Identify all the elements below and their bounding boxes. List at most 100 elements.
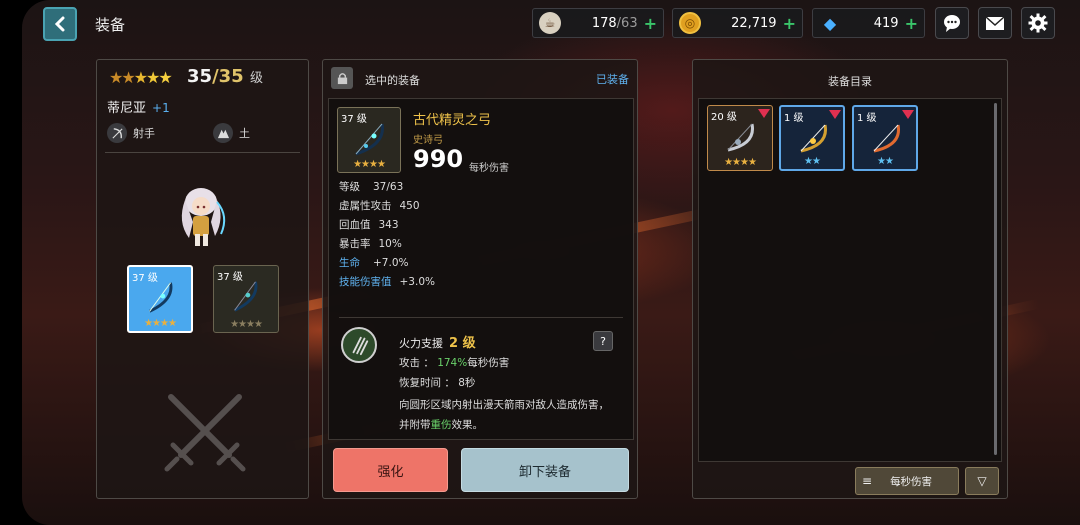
coffee-cup-icon: ☕ [539, 12, 561, 34]
stat-key: 暴击率 [339, 238, 371, 250]
skill-cooldown: 恢复时间 ： 8秒 [399, 375, 475, 390]
hero-element: 土 [213, 123, 250, 143]
divider [339, 317, 623, 318]
stat-value: +3.0% [399, 276, 435, 288]
slot-stars: ★★★★ [144, 318, 177, 329]
secondary-weapon-slot[interactable]: 37 级 ★★★★ [213, 265, 279, 333]
stat-value: +7.0% [373, 257, 409, 269]
stat-row: 虚属性攻击 450 [339, 198, 420, 213]
stamina-max: /63 [616, 15, 638, 31]
gem-value: 419 [873, 15, 899, 31]
item-dps-label: 每秒伤害 [469, 163, 509, 174]
selected-item-card: 37 级 ★★★★ [337, 107, 401, 173]
sort-dropdown[interactable]: ≡ 每秒伤害 [855, 467, 959, 495]
hero-panel: ★ ★ ★ ★ ★ 35/35 级 蒂尼亚 +1 射手 土 37 级 ★★★★ … [96, 59, 309, 499]
item-stars: ★★★★ [353, 159, 386, 170]
skill-attack-suffix: 每秒伤害 [467, 357, 510, 369]
inventory-item[interactable]: 1 级 ★★ [852, 105, 918, 171]
selected-equipment-panel: 选中的装备 已装备 37 级 ★★★★ 古代精灵之弓 史诗弓 990 每秒伤害 … [322, 59, 638, 499]
item-detail: 37 级 ★★★★ 古代精灵之弓 史诗弓 990 每秒伤害 等级 37/63 虚属… [328, 98, 634, 440]
gold-counter[interactable]: ◎ 22,719 + [672, 8, 803, 38]
bow-icon [355, 123, 384, 156]
mail-button[interactable] [978, 7, 1012, 39]
equipped-weapon-slot[interactable]: 37 级 ★★★★ [127, 265, 193, 333]
divider [105, 152, 300, 153]
unequip-button[interactable]: 卸下装备 [461, 448, 629, 492]
add-gold-button[interactable]: + [783, 14, 796, 33]
downgrade-indicator-icon [829, 110, 841, 119]
inventory-scrollbar[interactable] [994, 103, 997, 455]
hero-stars: ★ ★ ★ ★ ★ [109, 68, 173, 87]
inventory-grid: 20 级 ★★★★ 1 级 ★★ 1 级 ★★ [698, 98, 1002, 462]
stat-row-bonus: 技能伤害值 +3.0% [339, 274, 435, 289]
hero-element-label: 土 [239, 127, 250, 140]
hero-name: 蒂尼亚 +1 [107, 97, 170, 116]
inventory-item-stars: ★★ [877, 156, 894, 167]
stat-value: 37/63 [373, 181, 404, 193]
coin-icon: ◎ [679, 12, 701, 34]
skill-icon[interactable] [341, 327, 377, 363]
hero-level-unit: 级 [249, 71, 263, 86]
hero-name-text: 蒂尼亚 [107, 101, 147, 116]
gem-counter[interactable]: ◆ 419 + [812, 8, 925, 38]
page-title: 装备 [95, 16, 126, 34]
enhance-button[interactable]: 强化 [333, 448, 448, 492]
gem-icon: ◆ [823, 13, 837, 33]
chat-bubble-icon [944, 15, 960, 32]
item-name: 古代精灵之弓 [413, 113, 492, 128]
stat-value: 10% [378, 238, 402, 250]
hero-level-current: 35 [187, 66, 213, 87]
chevron-left-icon [54, 16, 65, 32]
stat-key: 等级 [339, 181, 360, 193]
skill-cooldown-label: 恢复时间 ： [399, 377, 455, 389]
item-dps: 990 [413, 145, 464, 173]
inventory-title: 装备目录 [828, 75, 872, 88]
stamina-current: 178 [591, 15, 617, 31]
star-icon: ★ [158, 68, 173, 87]
skill-help-button[interactable]: ? [593, 331, 613, 351]
crossed-swords-icon [164, 394, 246, 472]
claw-strike-icon [352, 336, 369, 356]
hero-class-label: 射手 [133, 127, 155, 140]
lock-icon[interactable] [331, 67, 353, 89]
bow-icon [233, 281, 258, 312]
chat-button[interactable] [935, 7, 969, 39]
hero-class: 射手 [107, 123, 155, 143]
stat-key: 回血值 [339, 219, 371, 231]
stat-row: 等级 37/63 [339, 179, 403, 194]
sort-list-icon: ≡ [862, 474, 873, 488]
stat-value: 450 [399, 200, 420, 212]
back-button[interactable] [43, 7, 77, 41]
hero-level: 35/35 级 [187, 66, 263, 87]
item-type: 史诗弓 [413, 135, 443, 146]
skill-level: 2 级 [449, 336, 476, 351]
hero-sprite [171, 182, 233, 250]
inventory-panel: 装备目录 20 级 ★★★★ 1 级 ★★ 1 级 ★★ ≡ 每秒伤害 ▽ [692, 59, 1008, 499]
stamina-counter[interactable]: ☕ 178/63 + [532, 8, 664, 38]
add-stamina-button[interactable]: + [644, 14, 657, 33]
sort-order-button[interactable]: ▽ [965, 467, 999, 495]
stat-key: 生命 [339, 257, 360, 269]
bow-icon [727, 123, 754, 152]
stat-key: 技能伤害值 [339, 276, 392, 288]
inventory-item[interactable]: 1 级 ★★ [779, 105, 845, 171]
skill-attack-label: 攻击 ： [399, 357, 434, 369]
skill-description: 向圆形区域内射出漫天箭雨对敌人造成伤害，并附带重伤效果。 [399, 395, 619, 435]
equipped-status: 已装备 [596, 73, 629, 86]
inventory-item-stars: ★★★★ [724, 157, 757, 168]
settings-button[interactable] [1021, 7, 1055, 39]
add-gem-button[interactable]: + [905, 14, 918, 33]
skill-name: 火力支援 2 级 [399, 332, 476, 351]
selected-equipment-title: 选中的装备 [365, 74, 420, 87]
skill-desc-text-end: 效果。 [451, 419, 484, 431]
stat-row-bonus: 生命 +7.0% [339, 255, 408, 270]
stat-row: 回血值 343 [339, 217, 399, 232]
downgrade-indicator-icon [758, 109, 770, 118]
hero-level-max: /35 [212, 66, 244, 87]
inventory-item-stars: ★★ [804, 156, 821, 167]
earth-element-icon [213, 123, 233, 143]
skill-cooldown-value: 8秒 [458, 377, 476, 389]
slot-stars: ★★★★ [230, 319, 263, 330]
inventory-item[interactable]: 20 级 ★★★★ [707, 105, 773, 171]
stat-key: 虚属性攻击 [339, 200, 392, 212]
